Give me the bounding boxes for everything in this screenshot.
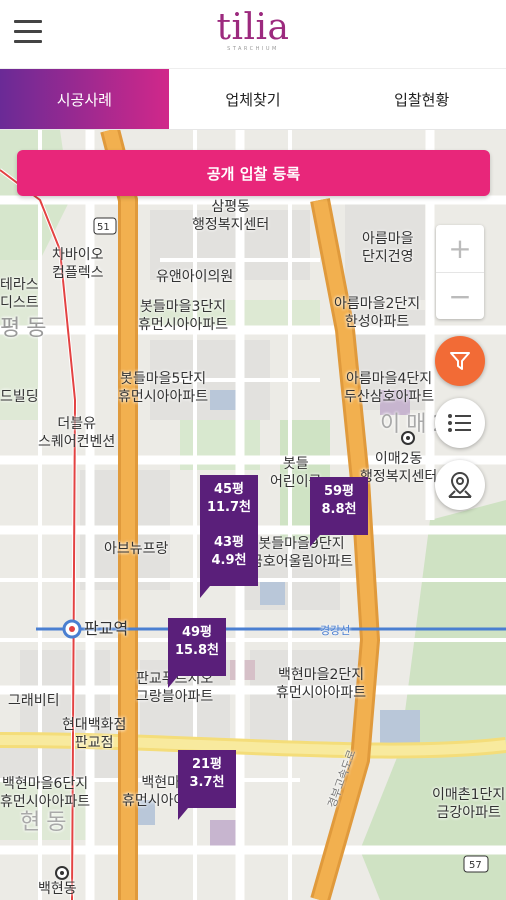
map-label-line: 봇들마을9단지 xyxy=(258,536,345,552)
filter-button[interactable] xyxy=(435,336,485,386)
map-label-line: 두산삼호아파트 xyxy=(344,389,435,405)
map-label-areum-top: 아름마을단지건영 xyxy=(362,230,414,266)
map-label-line: 한성아파트 xyxy=(344,314,410,330)
map-label-line: 금강아파트 xyxy=(436,805,501,821)
map-label-areum4: 아름마을4단지두산삼호아파트 xyxy=(344,370,434,406)
map-label-line: 그랑블아파트 xyxy=(136,689,214,705)
pin-size: 49평 xyxy=(181,625,213,640)
filter-icon xyxy=(450,352,470,370)
pin-size: 59평 xyxy=(323,484,355,499)
map-label-samping: 삼평동행정복지센터 xyxy=(192,198,269,234)
price-pin[interactable]: 21평 3.7천 xyxy=(178,750,236,820)
map-label-areum2: 아름마을2단지한성아파트 xyxy=(334,295,420,331)
map-label-line: 아름마을 xyxy=(362,231,414,247)
map-label-pyeongdong: 평동 xyxy=(0,316,53,341)
map-label-line: 단지건영 xyxy=(362,249,414,265)
map-label-road51: 51 xyxy=(97,222,110,233)
zoom-in-button[interactable]: + xyxy=(436,225,484,272)
map-label-line: 디스트 xyxy=(0,295,39,311)
map-label-line: 현대백화점 xyxy=(62,717,127,733)
map-label-line: 휴먼시아아파트 xyxy=(0,794,91,810)
map-label-line: 봇들마을3단지 xyxy=(139,299,227,315)
map-label-gyeonggang: 경강선 xyxy=(320,624,351,637)
map-label-baekhyun2: 백현마을2단지휴먼시아아파트 xyxy=(276,666,366,702)
pin-price: 15.8천 xyxy=(174,643,220,658)
map-label-line: 백현마을6단지 xyxy=(1,776,89,792)
map-label-line: 컴플렉스 xyxy=(52,265,104,281)
map-label-road57: 57 xyxy=(469,860,482,871)
map-label-grabity: 그래비티 xyxy=(8,693,60,709)
my-location-button[interactable] xyxy=(435,460,485,510)
pin-size: 43평 xyxy=(213,535,245,550)
logo-wordmark: tilia xyxy=(216,7,290,48)
app-logo: tilia STARCHIUM xyxy=(0,7,506,53)
map-label-baekhyundong-big: 현동 xyxy=(20,810,73,835)
tab-bid-status[interactable]: 입찰현황 xyxy=(337,69,506,129)
public-bid-register-button[interactable]: 공개 입찰 등록 xyxy=(17,150,490,196)
map-label-chabio: 차바이오컴플렉스 xyxy=(52,246,104,282)
map-label-line: 더블유 xyxy=(57,416,96,432)
map-label-line: 휴먼시아아파트 xyxy=(276,685,367,701)
map-label-thebleu: 더블유스퀘어컨벤션 xyxy=(38,415,115,451)
map-label-line: 행정복지센터 xyxy=(360,469,438,485)
map-label-imaechon: 이매촌1단지금강아파트 xyxy=(432,786,505,822)
price-pin[interactable]: 43평 4.9천 xyxy=(200,528,258,598)
list-icon xyxy=(448,414,471,432)
map-label-building: 드빌딩 xyxy=(0,389,39,405)
map-label-botdeul3: 봇들마을3단지휴먼시아아파트 xyxy=(138,298,228,334)
map-label-uaniclinic: 유앤아이의원 xyxy=(156,269,234,285)
app-header: tilia STARCHIUM xyxy=(0,0,506,68)
map-label-line: 행정복지센터 xyxy=(192,217,270,233)
map-label-line: 판교점 xyxy=(74,735,114,751)
map-label-baekhyun6: 백현마을6단지휴먼시아아파트 xyxy=(0,775,90,811)
price-pin[interactable]: 59평 8.8천 xyxy=(310,477,368,547)
map-label-line: 삼평동 xyxy=(211,199,250,215)
map-label-baekhyundong: 백현동 xyxy=(38,881,77,897)
pin-size: 45평 xyxy=(213,482,245,497)
tab-bar: 시공사례 업체찾기 입찰현황 xyxy=(0,68,506,130)
map-label-line: 봇들 xyxy=(282,456,309,472)
pin-price: 4.9천 xyxy=(211,553,247,568)
pin-size: 21평 xyxy=(191,757,223,772)
tab-find-company[interactable]: 업체찾기 xyxy=(169,69,338,129)
pin-price: 11.7천 xyxy=(206,500,252,515)
location-pin-icon xyxy=(448,471,472,498)
map-label-line: 아름마을2단지 xyxy=(334,296,421,312)
map-label-line: 아름마을4단지 xyxy=(345,371,433,387)
price-pin[interactable]: 49평 15.8천 xyxy=(168,618,226,688)
map-label-hyundai: 현대백화점판교점 xyxy=(62,716,126,752)
map-label-line: 이매촌1단지 xyxy=(432,787,506,803)
map-label-abnew: 아브뉴프랑 xyxy=(104,541,169,557)
pin-price: 3.7천 xyxy=(189,775,225,790)
pin-price: 8.8천 xyxy=(321,502,357,517)
map-label-imae: 이매2동행정복지센터 xyxy=(360,450,437,486)
map-label-line: 스퀘어컨벤션 xyxy=(38,434,116,450)
list-view-button[interactable] xyxy=(435,398,485,448)
map-label-line: 이매2동 xyxy=(374,451,423,467)
map-label-botdeul5: 봇들마을5단지휴먼시아아파트 xyxy=(118,370,208,406)
map-label-pangyo-station: 판교역 xyxy=(84,619,129,638)
map-label-line: 백현마을2단지 xyxy=(277,667,365,683)
map-label-line: 휴먼시아아파트 xyxy=(118,389,209,405)
map-label-line: 테라스 xyxy=(0,277,39,293)
map-label-line: 금호어울림아파트 xyxy=(250,554,354,570)
zoom-controls: + − xyxy=(436,225,484,319)
map-label-line: 차바이오 xyxy=(52,247,104,263)
price-pin[interactable]: 45평 11.7천 xyxy=(200,475,258,545)
map-label-line: 봇들마을5단지 xyxy=(119,371,207,387)
map-label-left-terrace: 테라스디스트 xyxy=(0,276,39,312)
map-label-line: 휴먼시아아파트 xyxy=(138,317,229,333)
map-label-botdeul9: 봇들마을9단지금호어울림아파트 xyxy=(250,535,353,571)
zoom-out-button[interactable]: − xyxy=(436,273,484,320)
tab-construction-cases[interactable]: 시공사례 xyxy=(0,69,169,129)
logo-subtitle: STARCHIUM xyxy=(227,46,279,52)
